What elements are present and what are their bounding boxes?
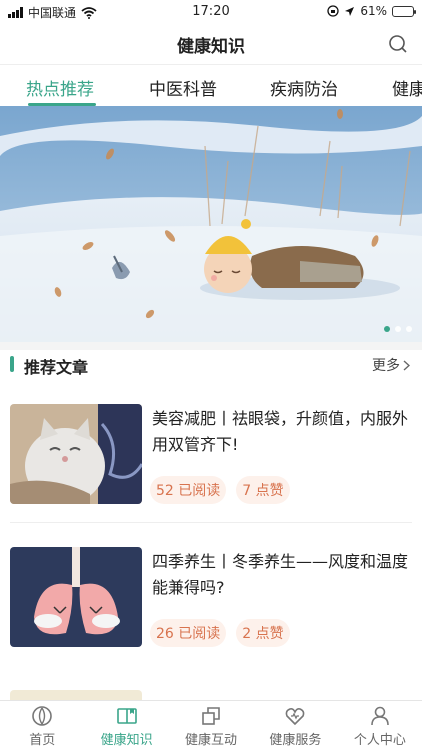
nav-health-service[interactable]: 健康服务 xyxy=(253,701,337,750)
article-thumbnail xyxy=(10,547,142,647)
rotation-lock-icon xyxy=(327,5,339,17)
article-stats: 26 已阅读 2 点赞 xyxy=(150,619,290,647)
nav-health-interaction[interactable]: 健康互动 xyxy=(169,701,253,750)
article-card[interactable]: 四季养生丨冬季养生——风度和温度能兼得吗? 26 已阅读 2 点赞 xyxy=(0,547,422,665)
section-gap xyxy=(0,342,422,350)
tab-health[interactable]: 健康 xyxy=(392,75,422,100)
battery-icon xyxy=(392,5,416,17)
nav-label: 健康知识 xyxy=(100,733,153,748)
carousel-dots xyxy=(384,326,412,332)
article-thumbnail xyxy=(10,404,142,504)
service-icon xyxy=(286,708,305,726)
article-stats: 52 已阅读 7 点赞 xyxy=(150,476,290,504)
home-icon xyxy=(32,706,53,726)
nav-profile[interactable]: 个人中心 xyxy=(338,701,422,750)
nav-label: 首页 xyxy=(29,733,56,748)
nav-health-knowledge[interactable]: 健康知识 xyxy=(84,701,168,750)
more-label: 更多 xyxy=(372,358,400,374)
like-count-badge: 7 点赞 xyxy=(236,476,290,504)
nav-label: 健康服务 xyxy=(269,733,322,748)
section-header: 推荐文章 更多 xyxy=(0,350,422,380)
category-tabs: 热点推荐 中医科普 疾病防治 健康 xyxy=(0,64,422,106)
status-bar: 中国联通 17:20 61% xyxy=(0,0,422,24)
article-title: 四季养生丨冬季养生——风度和温度能兼得吗? xyxy=(152,552,409,597)
bottom-nav: 首页 健康知识 健康互动 健康服务 个人中心 xyxy=(0,700,422,750)
article-thumbnail-partial xyxy=(10,690,142,700)
nav-label: 健康互动 xyxy=(185,733,238,748)
status-right: 61% xyxy=(327,4,416,18)
battery-percent: 61% xyxy=(360,4,387,18)
tab-tcm[interactable]: 中医科普 xyxy=(149,75,217,100)
page-title: 健康知识 xyxy=(177,37,245,57)
section-accent-bar xyxy=(10,356,14,372)
nav-label: 个人中心 xyxy=(353,733,406,748)
search-icon[interactable] xyxy=(388,34,408,54)
article-card[interactable]: 美容减肥丨祛眼袋，升颜值，内服外用双管齐下! 52 已阅读 7 点赞 xyxy=(0,404,422,522)
user-icon xyxy=(371,706,389,726)
page-header: 健康知识 xyxy=(0,24,422,64)
read-count-badge: 52 已阅读 xyxy=(150,476,227,504)
book-icon xyxy=(116,708,137,724)
article-title: 美容减肥丨祛眼袋，升颜值，内服外用双管齐下! xyxy=(152,409,409,454)
carousel-dot[interactable] xyxy=(395,326,401,332)
divider xyxy=(10,522,412,523)
carousel-dot[interactable] xyxy=(406,326,412,332)
carousel-dot[interactable] xyxy=(384,326,390,332)
banner-carousel[interactable] xyxy=(0,106,422,342)
location-icon xyxy=(345,6,355,16)
more-link[interactable]: 更多 xyxy=(372,355,410,375)
interact-icon xyxy=(202,707,220,725)
like-count-badge: 2 点赞 xyxy=(236,619,290,647)
section-title: 推荐文章 xyxy=(24,358,89,377)
banner-image xyxy=(0,106,422,342)
tab-hot[interactable]: 热点推荐 xyxy=(26,75,94,100)
nav-home[interactable]: 首页 xyxy=(0,701,84,750)
chevron-right-icon xyxy=(403,359,410,371)
tab-disease[interactable]: 疾病防治 xyxy=(270,75,338,100)
read-count-badge: 26 已阅读 xyxy=(150,619,227,647)
